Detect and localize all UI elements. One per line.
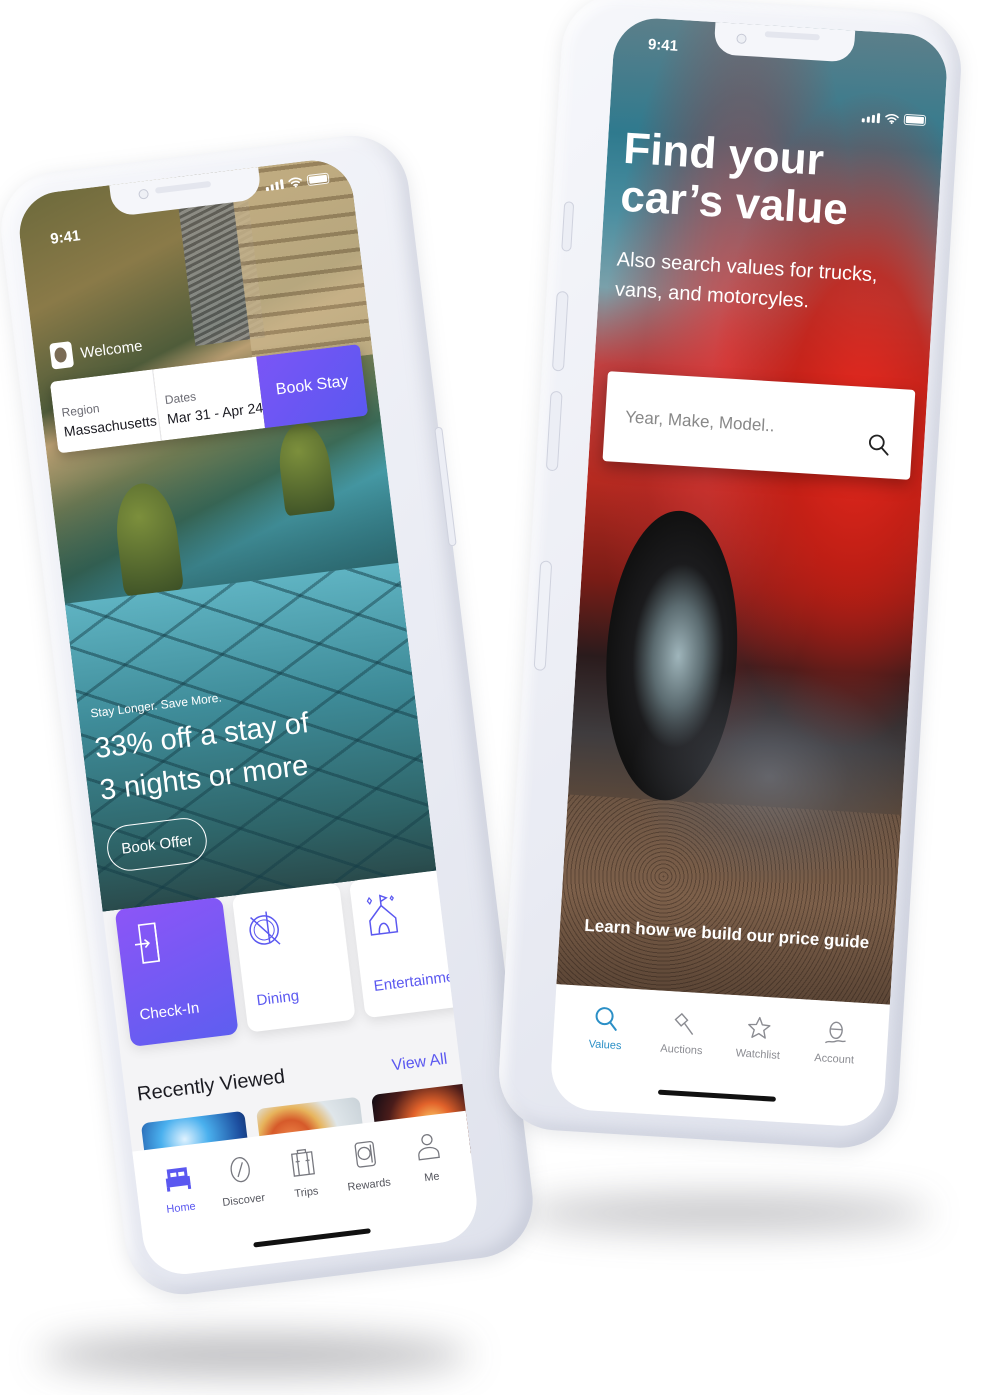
tab-label: Rewards xyxy=(346,1176,392,1194)
tab-me[interactable]: Me xyxy=(397,1128,463,1187)
tab-watchlist[interactable]: Watchlist xyxy=(724,1013,793,1063)
book-stay-button[interactable]: Book Stay xyxy=(256,343,369,429)
tab-rewards[interactable]: Rewards xyxy=(334,1136,400,1195)
vehicle-search-box xyxy=(602,371,916,480)
speaker-grille xyxy=(154,180,212,194)
page-title: Find your car’s value xyxy=(619,124,852,235)
volume-down-button xyxy=(545,390,563,472)
category-label: Entertainment xyxy=(372,966,468,995)
left-phone-shadow xyxy=(40,1335,470,1375)
category-card-check-in[interactable]: Check-In xyxy=(114,896,239,1047)
welcome-text: Welcome xyxy=(79,337,144,362)
bottom-tab-bar: Values Auctions Watchlist Account xyxy=(548,984,890,1129)
power-button xyxy=(434,426,457,547)
sim-tray xyxy=(533,560,553,671)
tab-values[interactable]: Values xyxy=(572,1003,641,1053)
tab-label: Auctions xyxy=(659,1042,703,1058)
tab-label: Home xyxy=(165,1200,197,1216)
tab-label: Discover xyxy=(221,1191,266,1210)
signal-icon xyxy=(861,112,881,124)
hotel-app-screen: 9:41 Welcome Region Massachusetts Dates xyxy=(14,155,482,1279)
compass-icon xyxy=(230,1157,250,1183)
bed-icon xyxy=(165,1167,191,1192)
category-card-dining[interactable]: Dining xyxy=(231,882,356,1033)
speaker-grille xyxy=(764,31,820,41)
door-enter-icon xyxy=(134,922,161,964)
tab-account[interactable]: Account xyxy=(801,1017,870,1067)
account-helmet-icon xyxy=(824,1021,846,1044)
rewards-card-icon xyxy=(354,1140,377,1168)
tab-home[interactable]: Home xyxy=(146,1159,212,1218)
tab-auctions[interactable]: Auctions xyxy=(648,1008,717,1058)
gavel-icon xyxy=(674,1012,693,1035)
car-value-screen: 9:41 Find your car’s value Also search v… xyxy=(548,15,950,1129)
front-camera xyxy=(138,188,150,200)
promo-section: Stay Longer. Save More. 33% off a stay o… xyxy=(90,680,324,874)
star-icon xyxy=(748,1016,771,1039)
category-card-entertainment[interactable]: Entertainment xyxy=(348,869,468,1019)
person-icon xyxy=(418,1133,441,1161)
category-label: Check-In xyxy=(138,999,201,1024)
vehicle-search-input[interactable] xyxy=(624,407,868,443)
recently-viewed-title: Recently Viewed xyxy=(135,1065,287,1106)
plate-fork-knife-icon xyxy=(249,911,281,945)
circus-tent-icon xyxy=(366,894,399,936)
tree-graphic xyxy=(274,420,336,517)
search-icon xyxy=(868,434,889,456)
tab-label: Watchlist xyxy=(735,1047,781,1062)
category-label: Dining xyxy=(255,987,301,1010)
right-phone-shadow xyxy=(520,1195,930,1231)
front-camera xyxy=(736,33,747,45)
mute-switch xyxy=(561,201,575,252)
tab-label: Account xyxy=(813,1052,855,1067)
wifi-icon xyxy=(288,177,302,188)
search-button[interactable] xyxy=(865,432,893,460)
battery-icon xyxy=(903,113,927,127)
status-time: 9:41 xyxy=(647,36,679,55)
wifi-icon xyxy=(885,113,899,125)
car-value-app-phone: 9:41 Find your car’s value Also search v… xyxy=(495,0,965,1152)
tab-trips[interactable]: Trips xyxy=(271,1143,337,1202)
home-indicator[interactable] xyxy=(253,1228,371,1248)
dates-field[interactable]: Dates Mar 31 - Apr 24 xyxy=(153,356,266,441)
tab-discover[interactable]: Discover xyxy=(208,1151,274,1210)
search-icon xyxy=(595,1007,618,1031)
promo-headline: 33% off a stay of 3 nights or more xyxy=(92,702,316,812)
home-indicator[interactable] xyxy=(657,1089,776,1102)
status-time: 9:41 xyxy=(49,227,82,248)
volume-up-button xyxy=(551,290,569,372)
view-all-link[interactable]: View All xyxy=(391,1051,449,1076)
suitcase-icon xyxy=(290,1148,315,1177)
tab-label: Values xyxy=(588,1038,622,1053)
tab-label: Trips xyxy=(293,1185,320,1201)
region-field[interactable]: Region Massachusetts xyxy=(49,369,162,454)
hotel-app-phone: 9:41 Welcome Region Massachusetts Dates xyxy=(0,129,540,1301)
tab-label: Me xyxy=(423,1170,441,1185)
lion-logo-icon xyxy=(49,341,75,370)
tree-graphic xyxy=(111,479,185,597)
